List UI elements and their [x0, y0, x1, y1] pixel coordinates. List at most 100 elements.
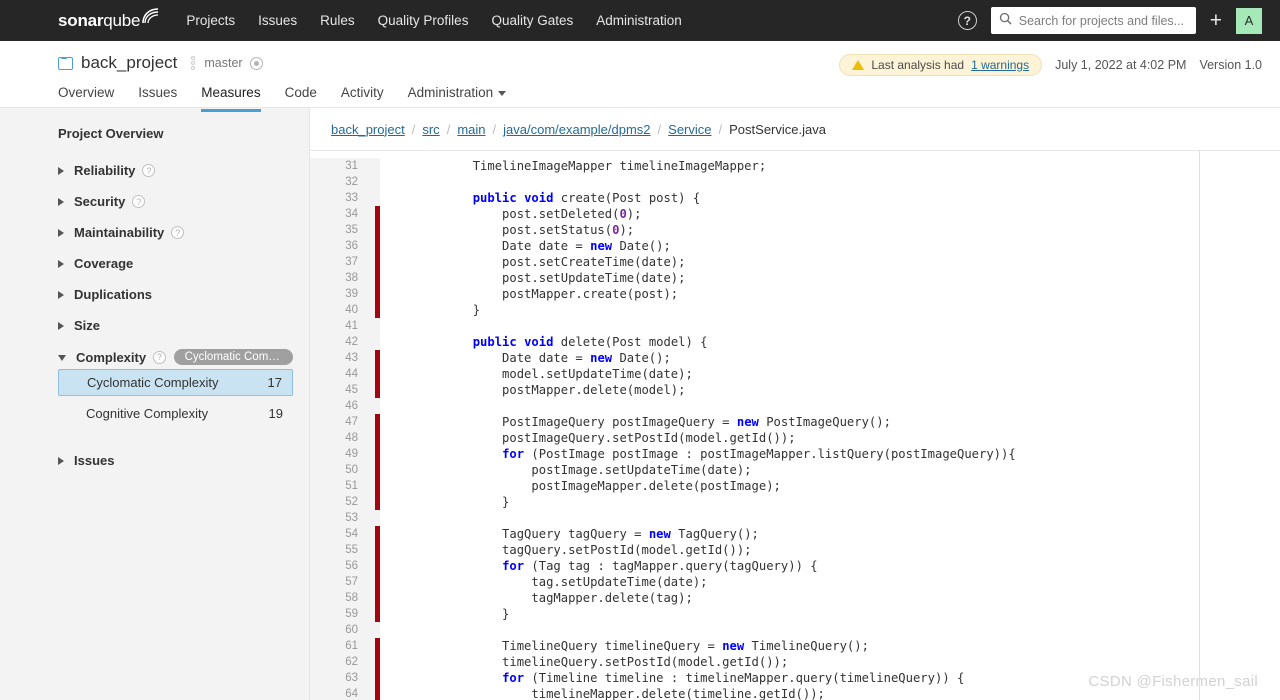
code-line[interactable]: 47 PostImageQuery postImageQuery = new P… — [310, 414, 1199, 430]
code-line[interactable]: 42 public void delete(Post model) { — [310, 334, 1199, 350]
code-line[interactable]: 64 timelineMapper.delete(timeline.getId(… — [310, 686, 1199, 700]
code-line[interactable]: 59 } — [310, 606, 1199, 622]
sidebar-group-coverage[interactable]: Coverage — [58, 256, 293, 271]
line-number[interactable]: 48 — [310, 430, 372, 446]
nav-link-quality-gates[interactable]: Quality Gates — [491, 0, 573, 41]
code-line[interactable]: 53 — [310, 510, 1199, 526]
line-number[interactable]: 55 — [310, 542, 372, 558]
sidebar-item-cognitive-complexity[interactable]: Cognitive Complexity 19 — [58, 400, 293, 427]
code-line[interactable]: 63 for (Timeline timeline : timelineMapp… — [310, 670, 1199, 686]
line-number[interactable]: 38 — [310, 270, 372, 286]
code-line[interactable]: 43 Date date = new Date(); — [310, 350, 1199, 366]
code-line[interactable]: 34 post.setDeleted(0); — [310, 206, 1199, 222]
warnings-link[interactable]: 1 warnings — [971, 58, 1029, 72]
breadcrumb-item-src[interactable]: src — [422, 122, 439, 137]
nav-link-administration[interactable]: Administration — [596, 0, 682, 41]
line-number[interactable]: 34 — [310, 206, 372, 222]
line-number[interactable]: 41 — [310, 318, 372, 334]
sidebar-group-duplications[interactable]: Duplications — [58, 287, 293, 302]
line-number[interactable]: 60 — [310, 622, 372, 638]
code-line[interactable]: 37 post.setCreateTime(date); — [310, 254, 1199, 270]
nav-link-rules[interactable]: Rules — [320, 0, 355, 41]
tab-measures[interactable]: Measures — [201, 85, 261, 112]
line-number[interactable]: 36 — [310, 238, 372, 254]
help-icon[interactable]: ? — [132, 195, 146, 208]
line-number[interactable]: 62 — [310, 654, 372, 670]
sidebar-group-issues[interactable]: Issues — [58, 453, 293, 468]
search-input[interactable] — [1018, 13, 1188, 28]
code-line[interactable]: 50 postImage.setUpdateTime(date); — [310, 462, 1199, 478]
line-number[interactable]: 50 — [310, 462, 372, 478]
code-line[interactable]: 49 for (PostImage postImage : postImageM… — [310, 446, 1199, 462]
line-number[interactable]: 49 — [310, 446, 372, 462]
code-line[interactable]: 36 Date date = new Date(); — [310, 238, 1199, 254]
line-number[interactable]: 40 — [310, 302, 372, 318]
line-number[interactable]: 47 — [310, 414, 372, 430]
sidebar-group-complexity-header[interactable]: Complexity ? Cyclomatic Compl... — [58, 349, 293, 365]
user-avatar[interactable]: A — [1236, 7, 1262, 34]
code-line[interactable]: 52 } — [310, 494, 1199, 510]
code-line[interactable]: 39 postMapper.create(post); — [310, 286, 1199, 302]
nav-link-issues[interactable]: Issues — [258, 0, 297, 41]
code-line[interactable]: 61 TimelineQuery timelineQuery = new Tim… — [310, 638, 1199, 654]
code-line[interactable]: 44 model.setUpdateTime(date); — [310, 366, 1199, 382]
line-number[interactable]: 56 — [310, 558, 372, 574]
line-number[interactable]: 43 — [310, 350, 372, 366]
code-line[interactable]: 51 postImageMapper.delete(postImage); — [310, 478, 1199, 494]
help-circle-icon[interactable]: ? — [957, 11, 977, 30]
line-number[interactable]: 39 — [310, 286, 372, 302]
nav-link-projects[interactable]: Projects — [186, 0, 235, 41]
help-icon[interactable]: ? — [171, 226, 185, 239]
code-line[interactable]: 55 tagQuery.setPostId(model.getId()); — [310, 542, 1199, 558]
tab-overview[interactable]: Overview — [58, 85, 114, 112]
sidebar-group-security[interactable]: Security ? — [58, 194, 293, 209]
code-line[interactable]: 32 — [310, 174, 1199, 190]
line-number[interactable]: 63 — [310, 670, 372, 686]
sidebar-group-size[interactable]: Size — [58, 318, 293, 333]
global-search-box[interactable] — [990, 7, 1196, 34]
code-line[interactable]: 38 post.setUpdateTime(date); — [310, 270, 1199, 286]
line-number[interactable]: 57 — [310, 574, 372, 590]
sidebar-group-reliability[interactable]: Reliability ? — [58, 163, 293, 178]
line-number[interactable]: 61 — [310, 638, 372, 654]
sidebar-item-project-overview[interactable]: Project Overview — [58, 126, 293, 141]
add-new-button[interactable]: + — [1210, 10, 1222, 31]
line-number[interactable]: 35 — [310, 222, 372, 238]
page-title[interactable]: back_project — [81, 53, 177, 73]
sidebar-group-maintainability[interactable]: Maintainability ? — [58, 225, 293, 240]
line-number[interactable]: 37 — [310, 254, 372, 270]
help-icon[interactable]: ? — [142, 164, 156, 177]
line-number[interactable]: 58 — [310, 590, 372, 606]
selected-metric-badge[interactable]: Cyclomatic Compl... — [173, 349, 293, 365]
code-line[interactable]: 60 — [310, 622, 1199, 638]
breadcrumb-item-service[interactable]: Service — [668, 122, 711, 137]
nav-link-quality-profiles[interactable]: Quality Profiles — [378, 0, 469, 41]
code-line[interactable]: 40 } — [310, 302, 1199, 318]
code-line[interactable]: 33 public void create(Post post) { — [310, 190, 1199, 206]
status-badge[interactable]: Last analysis had 1 warnings — [839, 54, 1043, 76]
code-line[interactable]: 54 TagQuery tagQuery = new TagQuery(); — [310, 526, 1199, 542]
line-number[interactable]: 33 — [310, 190, 372, 206]
breadcrumb-item-package[interactable]: java/com/example/dpms2 — [503, 122, 650, 137]
sidebar-item-cyclomatic-complexity[interactable]: Cyclomatic Complexity 17 — [58, 369, 293, 396]
code-line[interactable]: 62 timelineQuery.setPostId(model.getId()… — [310, 654, 1199, 670]
line-number[interactable]: 54 — [310, 526, 372, 542]
code-line[interactable]: 46 — [310, 398, 1199, 414]
line-number[interactable]: 51 — [310, 478, 372, 494]
line-number[interactable]: 46 — [310, 398, 372, 414]
code-line[interactable]: 58 tagMapper.delete(tag); — [310, 590, 1199, 606]
breadcrumb-item-main[interactable]: main — [457, 122, 485, 137]
code-line[interactable]: 48 postImageQuery.setPostId(model.getId(… — [310, 430, 1199, 446]
line-number[interactable]: 59 — [310, 606, 372, 622]
source-code-viewer[interactable]: 31 TimelineImageMapper timelineImageMapp… — [310, 151, 1200, 700]
line-number[interactable]: 44 — [310, 366, 372, 382]
line-number[interactable]: 45 — [310, 382, 372, 398]
code-line[interactable]: 45 postMapper.delete(model); — [310, 382, 1199, 398]
code-line[interactable]: 41 — [310, 318, 1199, 334]
code-line[interactable]: 56 for (Tag tag : tagMapper.query(tagQue… — [310, 558, 1199, 574]
line-number[interactable]: 42 — [310, 334, 372, 350]
line-number[interactable]: 31 — [310, 158, 372, 174]
breadcrumb-item-project[interactable]: back_project — [331, 122, 405, 137]
help-icon[interactable]: ? — [153, 350, 166, 364]
line-number[interactable]: 53 — [310, 510, 372, 526]
